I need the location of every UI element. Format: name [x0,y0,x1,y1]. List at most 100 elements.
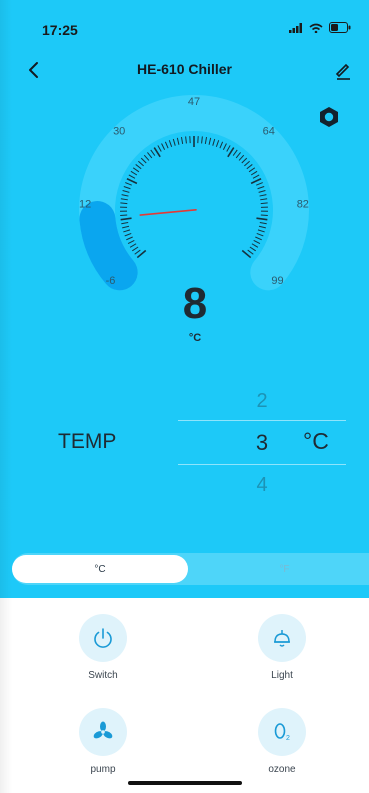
gauge-tick [176,137,180,145]
gauge-tick [172,138,176,146]
picker-unit: °C [303,428,329,454]
gauge-tick [129,243,137,248]
gauge-tick [259,194,267,197]
gauge-tick [255,236,262,241]
picker-divider [178,464,346,465]
gauge-tick [256,217,268,221]
gauge-tick [120,214,128,216]
gauge-needle [139,209,197,216]
light-button[interactable] [258,614,306,662]
gauge-tick-label: 99 [271,275,283,287]
gauge-tick-label: 12 [79,199,91,211]
gauge-tick [135,164,142,170]
gauge-tick [260,214,268,216]
gauge-tick [125,182,132,186]
gauge-tick-label: 30 [113,126,125,138]
gauge-tick [257,186,265,190]
power-icon [94,628,112,648]
gauge-tick [222,143,227,150]
gauge-tick [201,136,203,144]
current-temperature-unit: °C [188,332,202,344]
gauge-tick [161,143,166,150]
gauge-tick [208,137,212,145]
picker-option-next[interactable]: 4 [178,474,346,497]
gauge-tick [241,157,248,164]
gauge-tick [260,202,268,205]
gauge-tick [120,202,128,205]
pump-control[interactable]: pump [58,708,148,775]
gauge-tick [256,232,264,237]
gauge-tick [219,141,224,149]
pump-label: pump [90,764,116,775]
light-label: Light [271,670,293,681]
ozone-label: ozone [268,764,296,775]
gauge-tick [150,149,156,156]
gauge-tick [253,239,261,245]
gauge-tick [121,222,129,225]
gauge-tick [157,145,162,152]
gauge-tick-label: 64 [263,126,275,138]
switch-button[interactable] [79,614,127,662]
gauge-tick [127,239,135,245]
gauge-tick [244,160,250,167]
gauge-tick [232,149,238,156]
gauge-tick [258,225,266,229]
gauge-tick [226,145,231,152]
gauge-tick [258,190,266,193]
gauge-tick [259,222,267,225]
gauge-tick [123,186,131,190]
gauge-tick [138,160,144,167]
gauge-tick [123,229,131,233]
current-temperature: 8 [182,279,208,328]
temp-label: TEMP [58,430,117,453]
picker-option-previous[interactable]: 2 [178,390,346,413]
gauge-tick [122,190,130,193]
gauge-tick [140,157,147,164]
gauge-tick [215,140,220,148]
o2-icon: 2 [274,723,290,742]
gauge-tick [120,198,128,201]
gauge-tick [120,217,132,221]
gauge-tick [256,182,263,186]
svg-text:2: 2 [286,735,290,742]
gauge-value-arc [79,201,138,291]
gauge-tick [121,194,129,197]
gauge-tick [134,249,141,255]
controls-panel: Switch Light pump 2 ozone [12,598,369,793]
gauge-tick [122,225,130,229]
ozone-control[interactable]: 2 ozone [237,708,327,775]
gauge-tick [250,170,258,176]
gauge-tick [130,170,138,176]
light-control[interactable]: Light [237,614,327,681]
gauge-tick [147,152,153,159]
fan-icon [93,721,113,739]
celsius-toggle-button[interactable]: °C [12,555,188,583]
gauge-tick [168,140,173,148]
picker-divider [178,420,346,421]
gauge-tick [235,152,241,159]
gauge-tick [248,167,256,173]
gauge-tick [185,136,187,144]
gauge-tick [246,164,253,170]
gauge-tick [126,178,138,185]
gauge-tick [238,154,245,161]
gauge-tick [126,236,133,241]
gauge-tick-label: 82 [297,199,309,211]
fahrenheit-toggle-button[interactable]: °F [200,555,369,583]
switch-control[interactable]: Switch [58,614,148,681]
gauge-tick [143,154,150,161]
gauge-tick [132,246,139,252]
gauge-tick [164,141,169,149]
gauge-tick [250,178,262,185]
gauge-tick [180,136,184,145]
ozone-button[interactable]: 2 [258,708,306,756]
switch-label: Switch [88,670,118,681]
bell-lamp-icon [274,630,290,647]
home-indicator [128,781,242,785]
gauge-tick [257,229,265,233]
gauge-tick [128,174,136,179]
gauge-tick [204,136,208,145]
gauge-tick [252,174,260,179]
gauge-tick [260,198,268,201]
pump-button[interactable] [79,708,127,756]
